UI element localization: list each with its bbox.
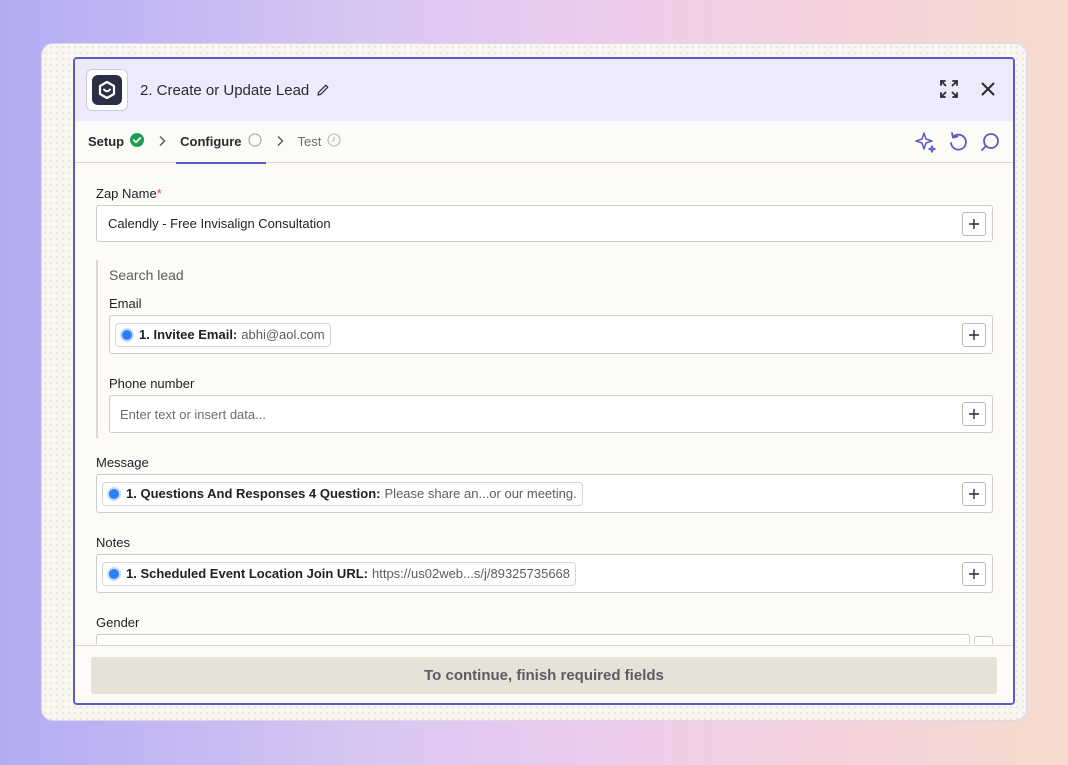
phone-field[interactable]: Enter text or insert data...	[109, 395, 993, 433]
clock-icon	[327, 133, 341, 150]
token-value: Please share an...or our meeting.	[384, 486, 577, 501]
data-token-pill[interactable]: 1. Questions And Responses 4 Question: P…	[102, 481, 583, 506]
insert-data-button[interactable]	[962, 481, 986, 506]
insert-data-button[interactable]	[962, 322, 986, 347]
insert-data-button[interactable]	[962, 402, 986, 426]
data-token-pill[interactable]: 1. Scheduled Event Location Join URL: ht…	[102, 561, 577, 586]
app-logo	[86, 69, 128, 111]
continue-button[interactable]: To continue, finish required fields	[91, 657, 997, 694]
email-label: Email	[109, 296, 142, 311]
close-icon[interactable]	[981, 82, 995, 96]
tab-setup-label: Setup	[88, 134, 125, 149]
phone-placeholder: Enter text or insert data...	[120, 406, 266, 422]
zap-name-label-text: Zap Name	[96, 186, 157, 201]
token-key: 1. Questions And Responses 4 Question:	[126, 486, 381, 501]
lead-app-icon	[92, 75, 122, 105]
token-key: 1. Invitee Email:	[139, 327, 238, 342]
tab-setup[interactable]: Setup	[88, 121, 145, 163]
undo-icon[interactable]	[947, 131, 969, 153]
message-label: Message	[96, 455, 149, 470]
app-token-icon	[107, 486, 121, 501]
step-title[interactable]: 2. Create or Update Lead	[140, 82, 309, 99]
chevron-right-icon	[276, 134, 284, 150]
token-value: https://us02web...s/j/89325735668	[371, 566, 571, 581]
zap-name-field[interactable]: Calendly - Free Invisalign Consultation	[96, 205, 993, 242]
gender-label: Gender	[96, 615, 140, 630]
gender-insert-button[interactable]	[974, 636, 993, 644]
panel-header: 2. Create or Update Lead	[75, 59, 1013, 121]
zap-name-value: Calendly - Free Invisalign Consultation	[108, 216, 331, 231]
data-token-pill[interactable]: 1. Invitee Email: abhi@aol.com	[115, 322, 331, 347]
pencil-icon[interactable]	[316, 83, 330, 97]
search-lead-group-rail	[96, 260, 98, 438]
token-key: 1. Scheduled Event Location Join URL:	[126, 566, 368, 581]
step-tabs: Setup Configure Test	[75, 121, 1013, 164]
check-circle-icon	[130, 133, 145, 150]
expand-icon[interactable]	[939, 79, 959, 99]
search-lead-title: Search lead	[109, 267, 184, 283]
notes-label: Notes	[96, 535, 130, 550]
comment-icon[interactable]	[979, 131, 1001, 153]
panel-footer: To continue, finish required fields	[75, 645, 1013, 703]
insert-data-button[interactable]	[962, 211, 986, 236]
phone-label: Phone number	[109, 376, 195, 391]
gender-dropdown[interactable]	[96, 634, 970, 644]
zap-name-label: Zap Name*	[96, 186, 162, 201]
tab-test-label: Test	[297, 134, 322, 149]
notes-field[interactable]: 1. Scheduled Event Location Join URL: ht…	[96, 554, 993, 593]
tab-configure-label: Configure	[180, 134, 242, 149]
tab-test[interactable]: Test	[298, 121, 342, 163]
app-token-icon	[120, 327, 134, 342]
token-value: abhi@aol.com	[241, 327, 325, 342]
required-mark: *	[156, 186, 162, 201]
insert-data-button[interactable]	[962, 561, 986, 586]
config-form: Zap Name* Calendly - Free Invisalign Con…	[75, 164, 1013, 644]
app-token-icon	[107, 566, 121, 581]
email-field[interactable]: 1. Invitee Email: abhi@aol.com	[109, 315, 993, 354]
empty-circle-icon	[247, 133, 262, 150]
message-field[interactable]: 1. Questions And Responses 4 Question: P…	[96, 474, 993, 513]
ai-sparkle-icon[interactable]	[915, 131, 937, 153]
tab-configure[interactable]: Configure	[176, 121, 266, 164]
chevron-right-icon	[158, 134, 166, 150]
step-editor-panel: 2. Create or Update Lead Setup Configure…	[73, 57, 1015, 705]
